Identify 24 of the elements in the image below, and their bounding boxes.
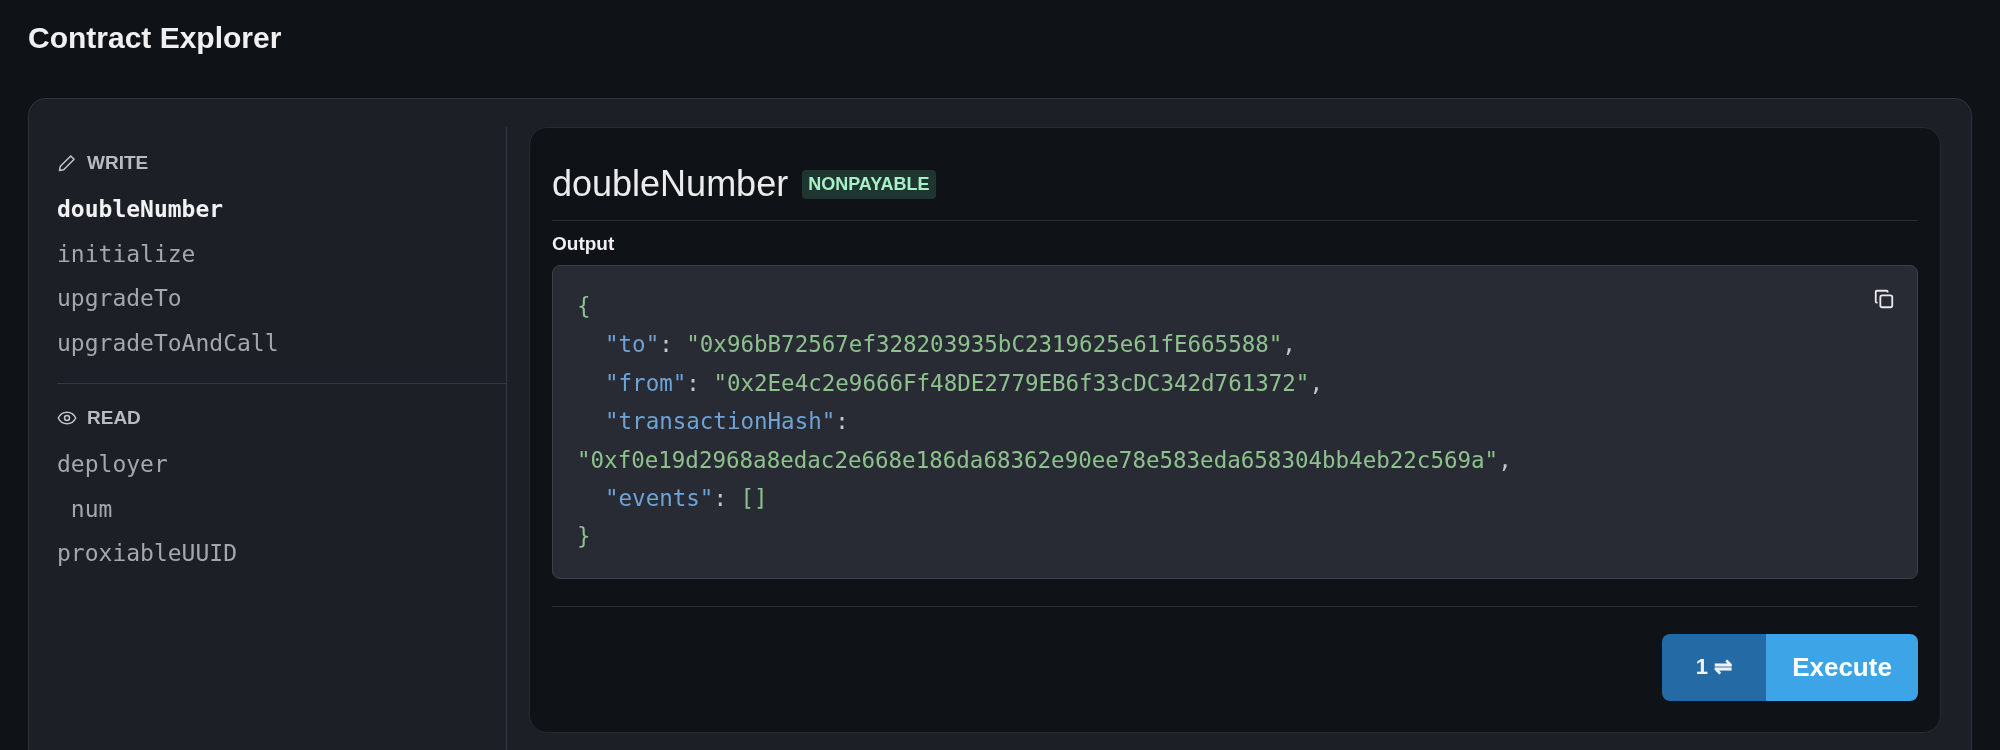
mutability-badge: NONPAYABLE xyxy=(802,169,936,199)
code-line: } xyxy=(577,522,591,552)
function-item[interactable]: doubleNumber xyxy=(57,187,486,232)
function-item[interactable]: num xyxy=(57,486,486,531)
code-line: "to": "0x96bB72567ef328203935bC2319625e61fE665588", xyxy=(604,330,1296,360)
function-item[interactable]: deployer xyxy=(57,442,486,487)
copy-icon[interactable] xyxy=(1873,288,1895,310)
output-label: Output xyxy=(552,233,616,255)
function-item[interactable]: proxiableUUID xyxy=(57,531,486,576)
code-line: { xyxy=(577,292,591,321)
code-line: "from": "0x2Ee4c2e9666Ff48DE2779EB6f33cDC342d761372", xyxy=(604,368,1323,398)
function-name: doubleNumber xyxy=(552,163,789,205)
pencil-icon xyxy=(57,153,77,173)
transaction-count-button[interactable]: 1 ⇌ xyxy=(1662,633,1766,701)
section-heading: WRITE xyxy=(87,152,149,174)
page-title: Contract Explorer xyxy=(28,20,283,56)
function-item[interactable]: upgradeToAndCall xyxy=(57,320,486,365)
function-item[interactable]: initialize xyxy=(57,231,486,276)
code-line: "transactionHash": xyxy=(604,407,849,437)
function-item[interactable]: upgradeTo xyxy=(57,276,486,321)
code-line: "events": [] xyxy=(604,484,768,514)
code-line: "0xf0e19d2968a8edac2e668e186da68362e90ee78e583eda658304bb4eb22c569a", xyxy=(577,445,1512,475)
eye-icon xyxy=(57,408,77,428)
section-heading: READ xyxy=(87,407,141,429)
